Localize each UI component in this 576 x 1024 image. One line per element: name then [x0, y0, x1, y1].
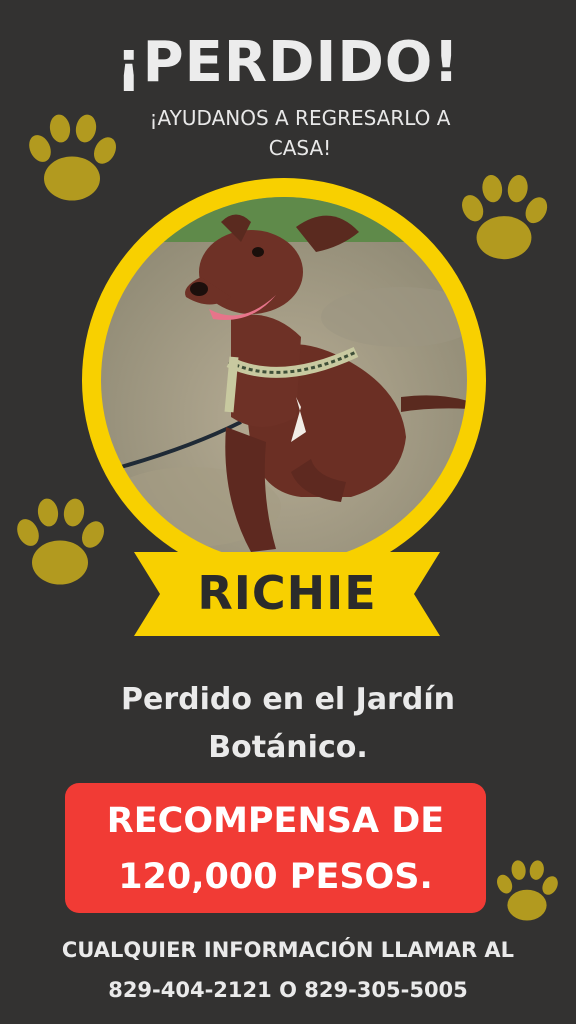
contact-phones: 829-404-2121 O 829-305-5005: [108, 978, 468, 1002]
paw-icon: [462, 174, 548, 260]
flyer-subtitle: ¡AYUDANOS A REGRESARLO A CASA!: [149, 106, 451, 160]
dog-photo: [101, 197, 467, 563]
flyer-title: ¡PERDIDO!: [116, 30, 460, 95]
lost-location: Perdido en el Jardín Botánico.: [121, 682, 455, 765]
reward-line-2: 120,000 PESOS.: [118, 857, 433, 897]
contact-info: CUALQUIER INFORMACIÓN LLAMAR AL 829-404-…: [0, 930, 576, 1010]
reward-line-1: RECOMPENSA DE: [106, 801, 445, 841]
pet-name: RICHIE: [197, 566, 377, 620]
contact-line-1: CUALQUIER INFORMACIÓN LLAMAR AL: [61, 938, 515, 962]
paw-icon: [29, 114, 117, 201]
reward-text: RECOMPENSA DE 120,000 PESOS.: [65, 793, 486, 905]
paw-icon: [497, 860, 558, 921]
paw-icon: [17, 498, 105, 585]
